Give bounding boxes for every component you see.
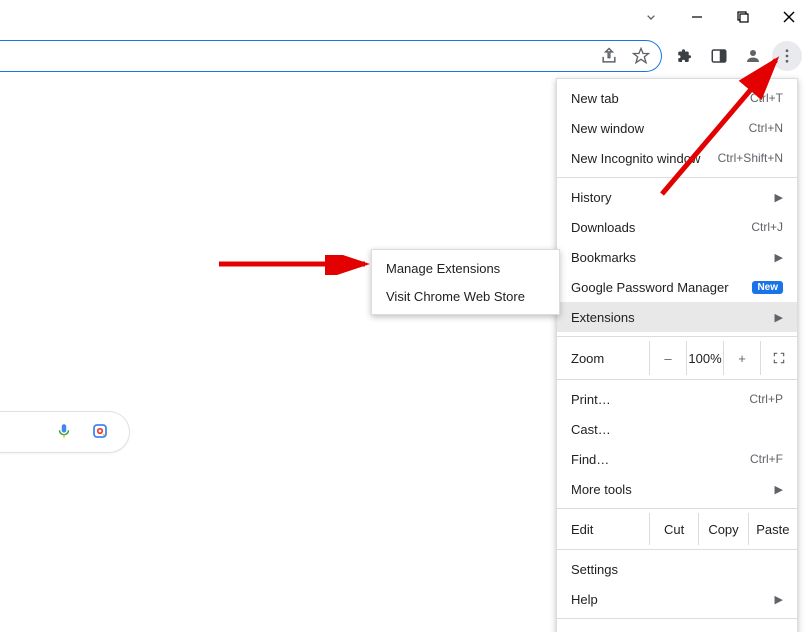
menu-item-label: Google Password Manager (571, 280, 744, 295)
menu-history[interactable]: History ▶ (557, 182, 797, 212)
menu-new-incognito[interactable]: New Incognito window Ctrl+Shift+N (557, 143, 797, 173)
submenu-arrow-icon: ▶ (775, 593, 783, 606)
menu-item-label: Find… (571, 452, 738, 467)
menu-password-manager[interactable]: Google Password Manager New (557, 272, 797, 302)
menu-item-shortcut: Ctrl+J (751, 220, 783, 234)
menu-help[interactable]: Help ▶ (557, 584, 797, 614)
submenu-arrow-icon: ▶ (775, 191, 783, 204)
fullscreen-button[interactable] (760, 341, 797, 375)
bookmark-star-icon[interactable] (631, 46, 651, 66)
menu-item-label: New tab (571, 91, 738, 106)
submenu-manage-extensions[interactable]: Manage Extensions (372, 254, 559, 282)
menu-item-label: Downloads (571, 220, 739, 235)
extensions-puzzle-icon[interactable] (670, 41, 700, 71)
menu-item-label: Cast… (571, 422, 783, 437)
menu-separator (557, 618, 797, 619)
menu-item-label: Bookmarks (571, 250, 765, 265)
window-maximize-button[interactable] (720, 0, 766, 34)
menu-print[interactable]: Print… Ctrl+P (557, 384, 797, 414)
menu-more-tools[interactable]: More tools ▶ (557, 474, 797, 504)
menu-cast[interactable]: Cast… (557, 414, 797, 444)
side-panel-icon[interactable] (704, 41, 734, 71)
menu-item-label: New Incognito window (571, 151, 706, 166)
new-badge: New (752, 281, 783, 294)
edit-copy-button[interactable]: Copy (698, 513, 747, 545)
annotation-arrow-to-manage-extensions (215, 255, 375, 275)
edit-cut-button[interactable]: Cut (649, 513, 698, 545)
menu-extensions[interactable]: Extensions ▶ (557, 302, 797, 332)
zoom-label: Zoom (557, 351, 649, 366)
mic-icon[interactable] (55, 422, 73, 443)
window-close-button[interactable] (766, 0, 812, 34)
menu-item-label: More tools (571, 482, 765, 497)
submenu-arrow-icon: ▶ (775, 251, 783, 264)
menu-bookmarks[interactable]: Bookmarks ▶ (557, 242, 797, 272)
submenu-arrow-icon: ▶ (775, 483, 783, 496)
submenu-item-label: Visit Chrome Web Store (386, 289, 525, 304)
voice-and-lens-search (0, 411, 130, 453)
tab-search-chevron-icon[interactable] (634, 0, 668, 34)
toolbar-right-icons (670, 40, 802, 72)
menu-new-tab[interactable]: New tab Ctrl+T (557, 83, 797, 113)
menu-separator (557, 336, 797, 337)
menu-separator (557, 549, 797, 550)
zoom-out-button[interactable]: – (649, 341, 686, 375)
menu-item-shortcut: Ctrl+N (749, 121, 783, 135)
lens-icon[interactable] (91, 422, 109, 443)
menu-downloads[interactable]: Downloads Ctrl+J (557, 212, 797, 242)
menu-settings[interactable]: Settings (557, 554, 797, 584)
menu-edit-row: Edit Cut Copy Paste (557, 513, 797, 545)
submenu-arrow-icon: ▶ (775, 311, 783, 324)
menu-find[interactable]: Find… Ctrl+F (557, 444, 797, 474)
menu-separator (557, 379, 797, 380)
menu-item-label: New window (571, 121, 737, 136)
menu-separator (557, 508, 797, 509)
menu-new-window[interactable]: New window Ctrl+N (557, 113, 797, 143)
browser-menu-button[interactable] (772, 41, 802, 71)
omnibox[interactable] (0, 40, 662, 72)
browser-overflow-menu: New tab Ctrl+T New window Ctrl+N New Inc… (556, 78, 798, 632)
menu-item-shortcut: Ctrl+F (750, 452, 783, 466)
menu-item-label: Help (571, 592, 765, 607)
menu-item-label: History (571, 190, 765, 205)
edit-label: Edit (557, 513, 649, 545)
window-minimize-button[interactable] (674, 0, 720, 34)
submenu-visit-webstore[interactable]: Visit Chrome Web Store (372, 282, 559, 310)
zoom-in-button[interactable]: + (723, 341, 760, 375)
menu-item-label: Extensions (571, 310, 765, 325)
menu-item-shortcut: Ctrl+T (750, 91, 783, 105)
menu-zoom-row: Zoom – 100% + (557, 341, 797, 375)
submenu-item-label: Manage Extensions (386, 261, 500, 276)
zoom-value: 100% (686, 341, 723, 375)
menu-exit[interactable]: Exit (557, 623, 797, 632)
share-icon[interactable] (599, 46, 619, 66)
extensions-submenu: Manage Extensions Visit Chrome Web Store (371, 249, 560, 315)
profile-avatar-icon[interactable] (738, 41, 768, 71)
window-titlebar (0, 0, 812, 34)
menu-item-shortcut: Ctrl+P (749, 392, 783, 406)
menu-item-shortcut: Ctrl+Shift+N (718, 151, 783, 165)
edit-paste-button[interactable]: Paste (748, 513, 797, 545)
menu-item-label: Settings (571, 562, 783, 577)
menu-separator (557, 177, 797, 178)
menu-item-label: Print… (571, 392, 737, 407)
